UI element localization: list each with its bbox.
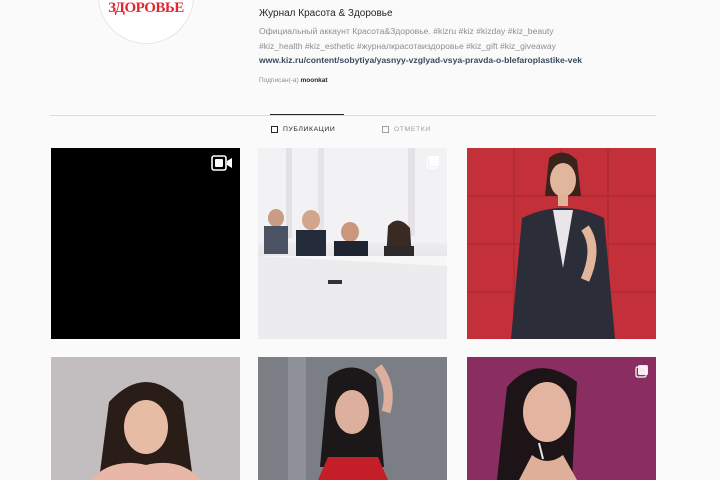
carousel-icon: [426, 155, 440, 169]
profile-avatar[interactable]: ЗДОРОВЬЕ: [98, 0, 194, 44]
profile-name: Журнал Красота & Здоровье: [259, 8, 393, 19]
post-image: [467, 357, 656, 480]
carousel-icon: [635, 364, 649, 378]
tab-posts[interactable]: ПУБЛИКАЦИИ: [271, 126, 335, 133]
post-tile[interactable]: [51, 357, 240, 480]
brand-logo: ЗДОРОВЬЕ: [108, 0, 184, 16]
tab-tagged[interactable]: ОТМЕТКИ: [382, 126, 431, 133]
tagged-icon: [382, 126, 389, 133]
video-camera-icon: [211, 155, 233, 171]
followed-by[interactable]: Подписан(-а) moonkat: [259, 77, 328, 84]
followed-user[interactable]: moonkat: [300, 77, 327, 84]
post-tile[interactable]: [467, 148, 656, 339]
post-image: [467, 148, 656, 339]
post-tile[interactable]: [51, 148, 240, 339]
post-tile[interactable]: [258, 357, 447, 480]
profile-bio: Официальный аккаунт Красота&Здоровье. #k…: [259, 24, 659, 54]
post-tile[interactable]: [258, 148, 447, 339]
tabs-divider: [50, 115, 656, 116]
tab-posts-label: ПУБЛИКАЦИИ: [283, 126, 336, 133]
profile-link[interactable]: www.kiz.ru/content/sobytiya/yasnyy-vzgly…: [259, 55, 582, 65]
followed-prefix: Подписан(-а): [259, 77, 299, 84]
post-tile[interactable]: [467, 357, 656, 480]
grid-icon: [271, 126, 278, 133]
post-image: [51, 357, 240, 480]
post-image: [258, 357, 447, 480]
bio-line: #kiz_health #kiz_esthetic #журналкрасота…: [259, 41, 556, 51]
post-image: [258, 148, 447, 339]
bio-line: Официальный аккаунт Красота&Здоровье. #k…: [259, 26, 554, 36]
tab-tagged-label: ОТМЕТКИ: [394, 126, 431, 133]
active-tab-indicator: [270, 114, 344, 115]
